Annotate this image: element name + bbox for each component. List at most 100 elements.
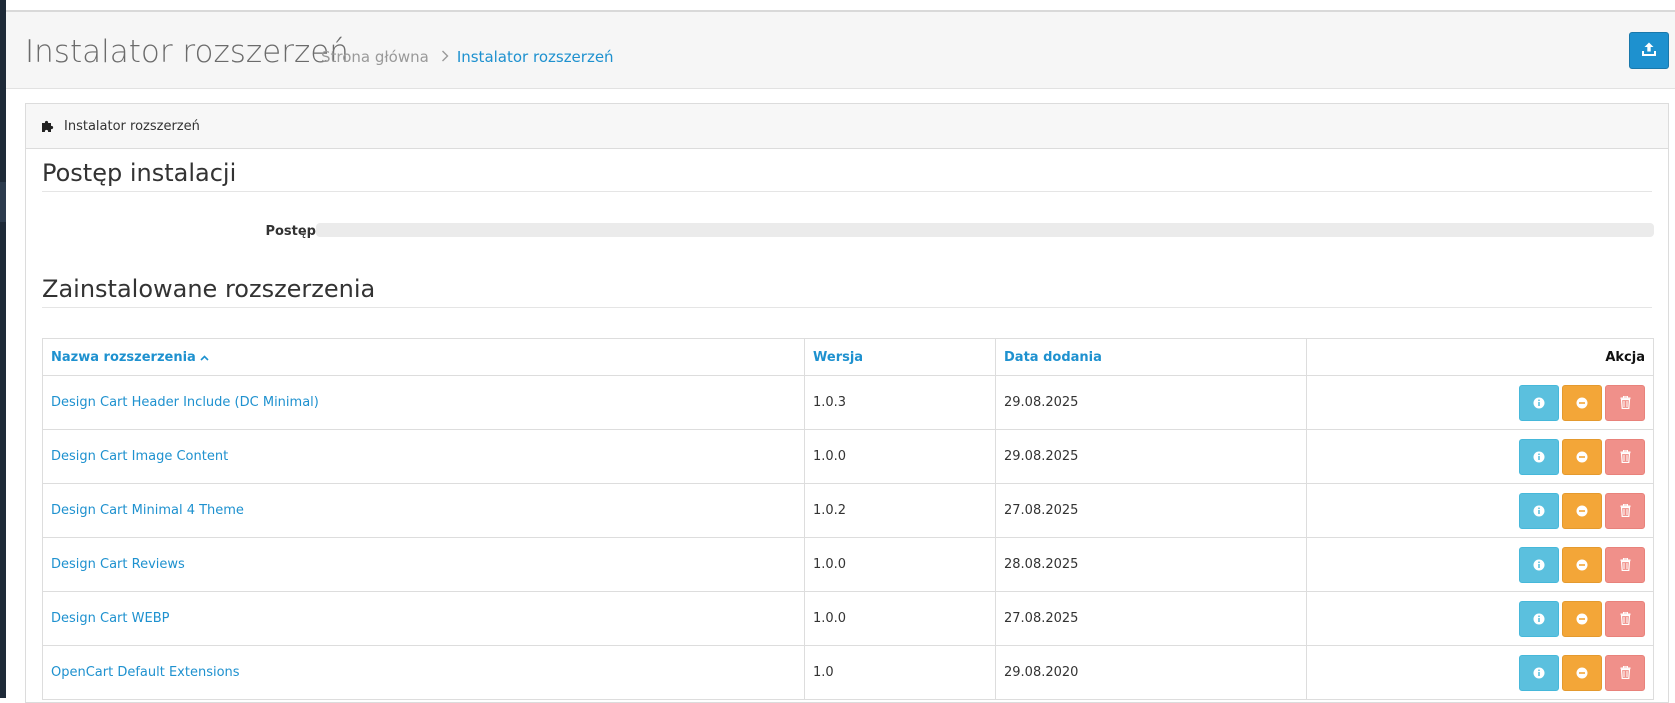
upload-icon — [1641, 41, 1657, 61]
extension-name-cell: OpenCart Default Extensions — [42, 645, 805, 700]
extension-version-cell: 1.0.2 — [804, 483, 996, 538]
trash-icon — [1620, 450, 1631, 463]
extension-name-cell: Design Cart WEBP — [42, 591, 805, 646]
panel-heading-title: Instalator rozszerzeń — [64, 118, 200, 134]
sort-by-name-link[interactable]: Nazwa rozszerzenia — [51, 350, 209, 365]
trash-icon — [1620, 558, 1631, 571]
extension-actions-cell — [1306, 483, 1654, 538]
info-button[interactable] — [1519, 600, 1559, 637]
extension-name-link[interactable]: Design Cart WEBP — [51, 611, 169, 626]
table-row: Design Cart WEBP 1.0.0 27.08.2025 — [42, 591, 1654, 646]
extension-name-link[interactable]: OpenCart Default Extensions — [51, 665, 240, 680]
sort-ascending-icon — [200, 350, 209, 365]
sidebar-edge-marker — [0, 182, 6, 222]
uninstall-button[interactable] — [1562, 384, 1602, 421]
info-icon — [1533, 451, 1545, 463]
extension-actions-cell — [1306, 537, 1654, 592]
breadcrumb-current-link[interactable]: Instalator rozszerzeń — [457, 48, 614, 66]
page-title: Instalator rozszerzeń — [25, 34, 349, 70]
info-icon — [1533, 667, 1545, 679]
uninstall-button[interactable] — [1562, 654, 1602, 691]
breadcrumb-separator-icon — [441, 48, 449, 66]
extension-name-link[interactable]: Design Cart Image Content — [51, 449, 228, 464]
delete-button[interactable] — [1605, 384, 1645, 421]
delete-button[interactable] — [1605, 600, 1645, 637]
minus-circle-icon — [1576, 559, 1588, 571]
delete-button[interactable] — [1605, 654, 1645, 691]
table-row: Design Cart Reviews 1.0.0 28.08.2025 — [42, 537, 1654, 592]
trash-icon — [1620, 504, 1631, 517]
sort-by-version-link[interactable]: Wersja — [813, 350, 863, 365]
extension-version-cell: 1.0.0 — [804, 537, 996, 592]
installed-section-divider — [42, 307, 1652, 308]
sort-by-date-link[interactable]: Data dodania — [1004, 350, 1102, 365]
sidebar-edge — [0, 0, 6, 698]
trash-icon — [1620, 666, 1631, 679]
info-button[interactable] — [1519, 438, 1559, 475]
extension-date-cell: 29.08.2020 — [995, 645, 1307, 700]
delete-button[interactable] — [1605, 546, 1645, 583]
column-header-name-label: Nazwa rozszerzenia — [51, 349, 196, 365]
info-button[interactable] — [1519, 492, 1559, 529]
page-header: Instalator rozszerzeń Strona główna Inst… — [6, 12, 1675, 89]
trash-icon — [1620, 612, 1631, 625]
extension-actions-cell — [1306, 591, 1654, 646]
table-row: Design Cart Image Content 1.0.0 29.08.2025 — [42, 429, 1654, 484]
extension-name-cell: Design Cart Reviews — [42, 537, 805, 592]
breadcrumb-home-link[interactable]: Strona główna — [321, 48, 429, 66]
extension-version-cell: 1.0.3 — [804, 375, 996, 430]
column-header-action: Akcja — [1306, 338, 1654, 376]
installed-section-title: Zainstalowane rozszerzenia — [42, 275, 376, 303]
extension-actions-cell — [1306, 375, 1654, 430]
puzzle-icon — [41, 119, 55, 133]
extension-name-cell: Design Cart Header Include (DC Minimal) — [42, 375, 805, 430]
table-header-row: Nazwa rozszerzenia Wersja Data dodania A… — [42, 338, 1654, 376]
upload-button[interactable] — [1629, 32, 1669, 69]
extension-date-cell: 27.08.2025 — [995, 591, 1307, 646]
table-row: Design Cart Minimal 4 Theme 1.0.2 27.08.20… — [42, 483, 1654, 538]
extension-date-cell: 29.08.2025 — [995, 375, 1307, 430]
info-button[interactable] — [1519, 546, 1559, 583]
minus-circle-icon — [1576, 505, 1588, 517]
progress-label: Postęp — [265, 224, 316, 239]
extension-name-cell: Design Cart Image Content — [42, 429, 805, 484]
column-header-date[interactable]: Data dodania — [995, 338, 1307, 376]
info-button[interactable] — [1519, 654, 1559, 691]
extension-name-link[interactable]: Design Cart Reviews — [51, 557, 185, 572]
progress-section-divider — [42, 191, 1652, 192]
trash-icon — [1620, 396, 1631, 409]
extension-name-cell: Design Cart Minimal 4 Theme — [42, 483, 805, 538]
extension-date-cell: 28.08.2025 — [995, 537, 1307, 592]
minus-circle-icon — [1576, 667, 1588, 679]
progress-bar — [316, 223, 1654, 237]
extension-date-cell: 27.08.2025 — [995, 483, 1307, 538]
uninstall-button[interactable] — [1562, 438, 1602, 475]
info-icon — [1533, 559, 1545, 571]
info-icon — [1533, 397, 1545, 409]
info-icon — [1533, 613, 1545, 625]
installed-extensions-table: Nazwa rozszerzenia Wersja Data dodania A… — [42, 338, 1654, 700]
column-header-name[interactable]: Nazwa rozszerzenia — [42, 338, 805, 376]
uninstall-button[interactable] — [1562, 600, 1602, 637]
extension-version-cell: 1.0.0 — [804, 591, 996, 646]
minus-circle-icon — [1576, 613, 1588, 625]
delete-button[interactable] — [1605, 438, 1645, 475]
column-header-version[interactable]: Wersja — [804, 338, 996, 376]
info-button[interactable] — [1519, 384, 1559, 421]
uninstall-button[interactable] — [1562, 546, 1602, 583]
minus-circle-icon — [1576, 451, 1588, 463]
progress-section-title: Postęp instalacji — [42, 159, 237, 187]
extension-version-cell: 1.0 — [804, 645, 996, 700]
extension-actions-cell — [1306, 429, 1654, 484]
info-icon — [1533, 505, 1545, 517]
table-row: OpenCart Default Extensions 1.0 29.08.2020 — [42, 645, 1654, 700]
extension-name-link[interactable]: Design Cart Minimal 4 Theme — [51, 503, 244, 518]
table-row: Design Cart Header Include (DC Minimal) 1… — [42, 375, 1654, 430]
extension-date-cell: 29.08.2025 — [995, 429, 1307, 484]
uninstall-button[interactable] — [1562, 492, 1602, 529]
delete-button[interactable] — [1605, 492, 1645, 529]
minus-circle-icon — [1576, 397, 1588, 409]
extension-name-link[interactable]: Design Cart Header Include (DC Minimal) — [51, 395, 319, 410]
extension-installer-panel: Instalator rozszerzeń Postęp instalacji … — [25, 103, 1669, 703]
extension-actions-cell — [1306, 645, 1654, 700]
